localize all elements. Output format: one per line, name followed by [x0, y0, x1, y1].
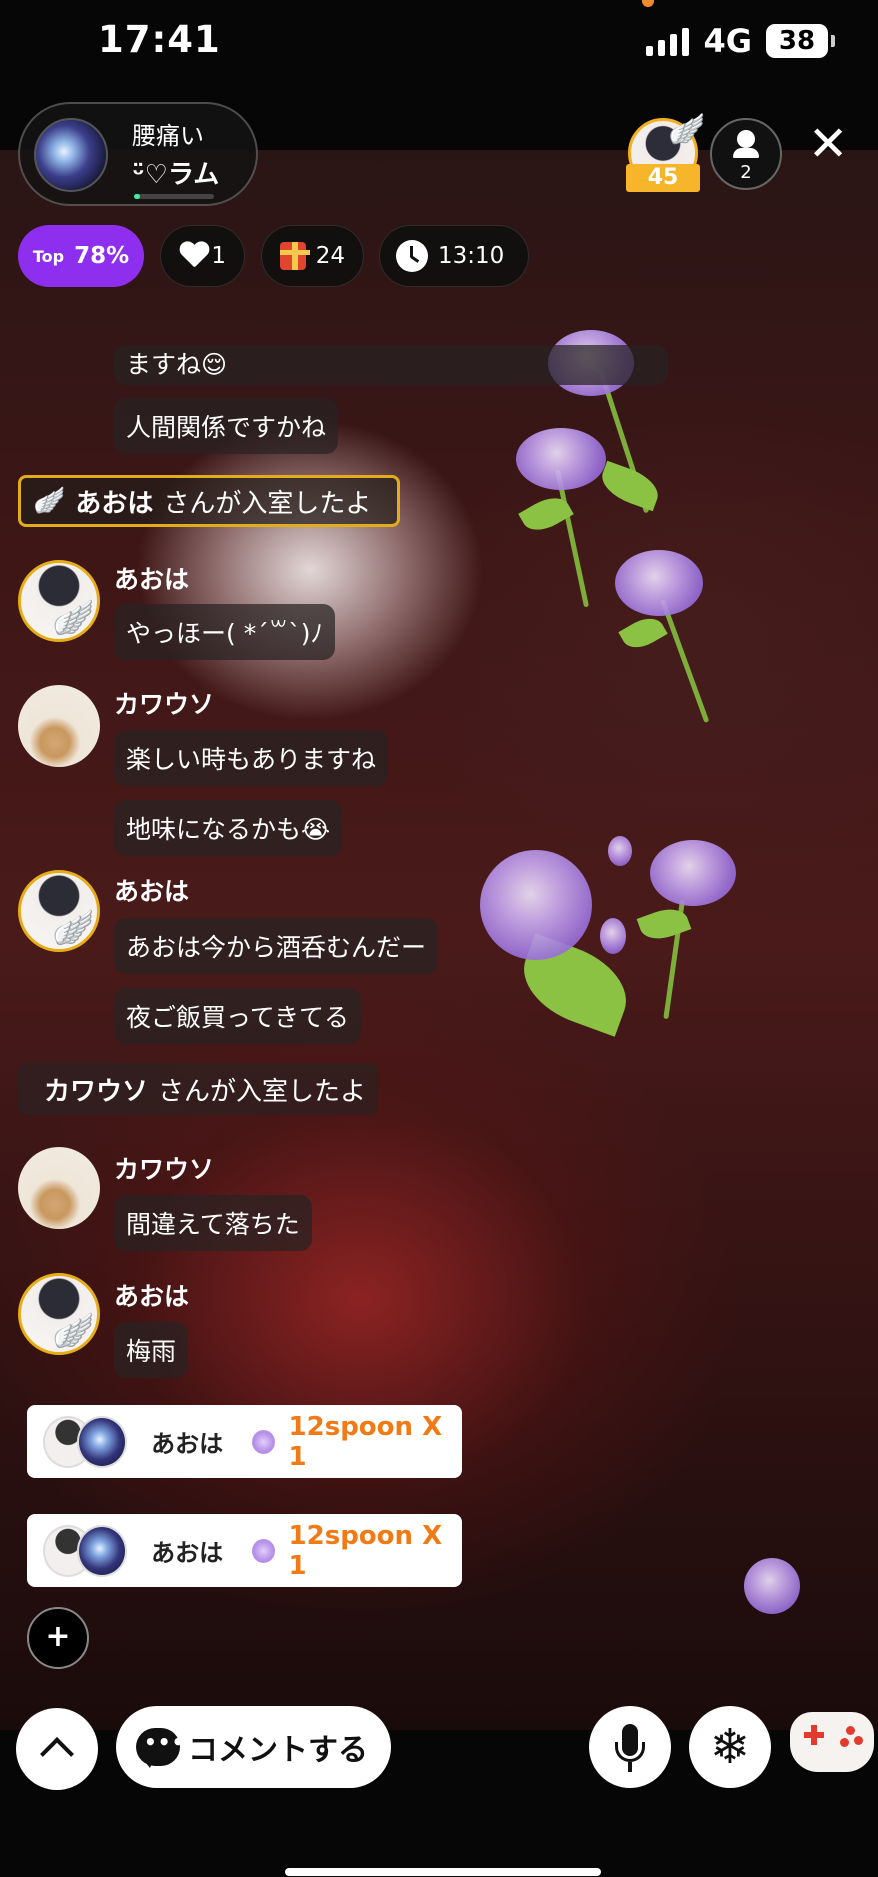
top-label: Top	[32, 246, 65, 266]
clock-icon	[396, 240, 428, 272]
timer-value: 13:10	[438, 243, 505, 269]
chat-message: 間違えて落ちた	[114, 1195, 312, 1251]
chat-message: あおは今から酒呑むんだー	[114, 918, 439, 974]
join-user-name[interactable]: カワウソ	[44, 1071, 148, 1108]
rose-icon	[251, 1429, 275, 1454]
room-info[interactable]: 腰痛い ᵕ̈♡ラム	[18, 102, 258, 206]
join-notice: カワウソ さんが入室したよ	[18, 1063, 378, 1115]
chat-message: 梅雨	[114, 1322, 189, 1378]
home-indicator[interactable]	[285, 1868, 601, 1876]
gift-notification[interactable]: あおは 12spoon X 1	[27, 1405, 462, 1478]
gifts-pill[interactable]: 24	[261, 225, 364, 287]
close-icon[interactable]: ✕	[808, 118, 848, 170]
join-text: さんが入室したよ	[163, 488, 372, 519]
avatar	[77, 1524, 128, 1577]
chat-message-partial: ますね😌	[114, 345, 668, 385]
join-user-name[interactable]: あおは	[75, 483, 153, 520]
chat-message: 人間関係ですかね	[114, 398, 339, 454]
wing-icon: 🪽	[33, 486, 66, 516]
room-host-name: ᵕ̈♡ラム	[132, 160, 220, 190]
top-rank-badge[interactable]: Top 78%	[18, 225, 144, 287]
rose-icon	[251, 1538, 275, 1563]
comment-button[interactable]: コメントする	[116, 1706, 391, 1788]
wing-icon: 🪽	[52, 1311, 95, 1351]
chevron-up-icon[interactable]	[16, 1708, 98, 1790]
likes-count: 1	[211, 243, 226, 269]
avatar	[77, 1415, 128, 1468]
gifts-count: 24	[315, 243, 345, 269]
top-value: 78%	[74, 243, 130, 269]
battery-icon: 38	[766, 24, 835, 58]
gift-amount: 12spoon X 1	[288, 1411, 443, 1472]
join-text: さんが入室したよ	[158, 1076, 367, 1107]
wing-icon: 🪽	[52, 598, 95, 638]
top-listener-level: 45	[626, 164, 700, 192]
room-avatar[interactable]	[34, 118, 108, 192]
chat-user-name[interactable]: あおは	[114, 560, 189, 596]
viewers-button[interactable]: 2	[710, 118, 782, 190]
snowflake-icon[interactable]: ❄	[689, 1706, 771, 1788]
wing-icon: 🪽	[52, 908, 95, 948]
join-notice: 🪽 あおは さんが入室したよ	[18, 475, 400, 527]
status-time: 17:41	[98, 18, 221, 61]
status-indicators: 4G 38	[646, 22, 835, 60]
chat-user-name[interactable]: カワウソ	[114, 685, 214, 721]
chat-message: 地味になるかも😭	[114, 800, 343, 856]
gift-sender-name: あおは	[151, 1430, 224, 1458]
chat-bubble-icon	[136, 1728, 185, 1768]
add-button[interactable]: +	[27, 1607, 89, 1669]
avatar[interactable]	[18, 1147, 100, 1229]
heart-icon	[179, 242, 201, 270]
chat-user-name[interactable]: あおは	[114, 872, 189, 908]
timer-pill[interactable]: 13:10	[379, 225, 529, 287]
room-progress-bar	[134, 194, 214, 199]
likes-pill[interactable]: 1	[160, 225, 245, 287]
chat-message: やっほー( *´꒳`)ﾉ	[114, 604, 335, 660]
gift-amount: 12spoon X 1	[288, 1520, 443, 1581]
avatar[interactable]	[18, 685, 100, 767]
room-title: 腰痛い	[132, 122, 204, 150]
comment-label: コメントする	[188, 1733, 368, 1768]
gift-sender-name: あおは	[151, 1539, 224, 1567]
person-icon	[733, 130, 759, 158]
chat-user-name[interactable]: あおは	[114, 1277, 189, 1313]
chat-user-name[interactable]: カワウソ	[114, 1150, 214, 1186]
microphone-icon[interactable]	[589, 1706, 671, 1788]
wing-icon: 🪽	[668, 112, 706, 147]
network-type: 4G	[703, 22, 752, 60]
chat-message: 楽しい時もありますね	[114, 730, 389, 786]
gamepad-icon[interactable]	[790, 1712, 874, 1772]
gift-icon	[280, 242, 310, 270]
gift-notification[interactable]: あおは 12spoon X 1	[27, 1514, 462, 1587]
chat-message: 夜ご飯買ってきてる	[114, 988, 362, 1044]
viewer-count: 2	[740, 162, 752, 183]
signal-bars-icon	[646, 26, 690, 56]
